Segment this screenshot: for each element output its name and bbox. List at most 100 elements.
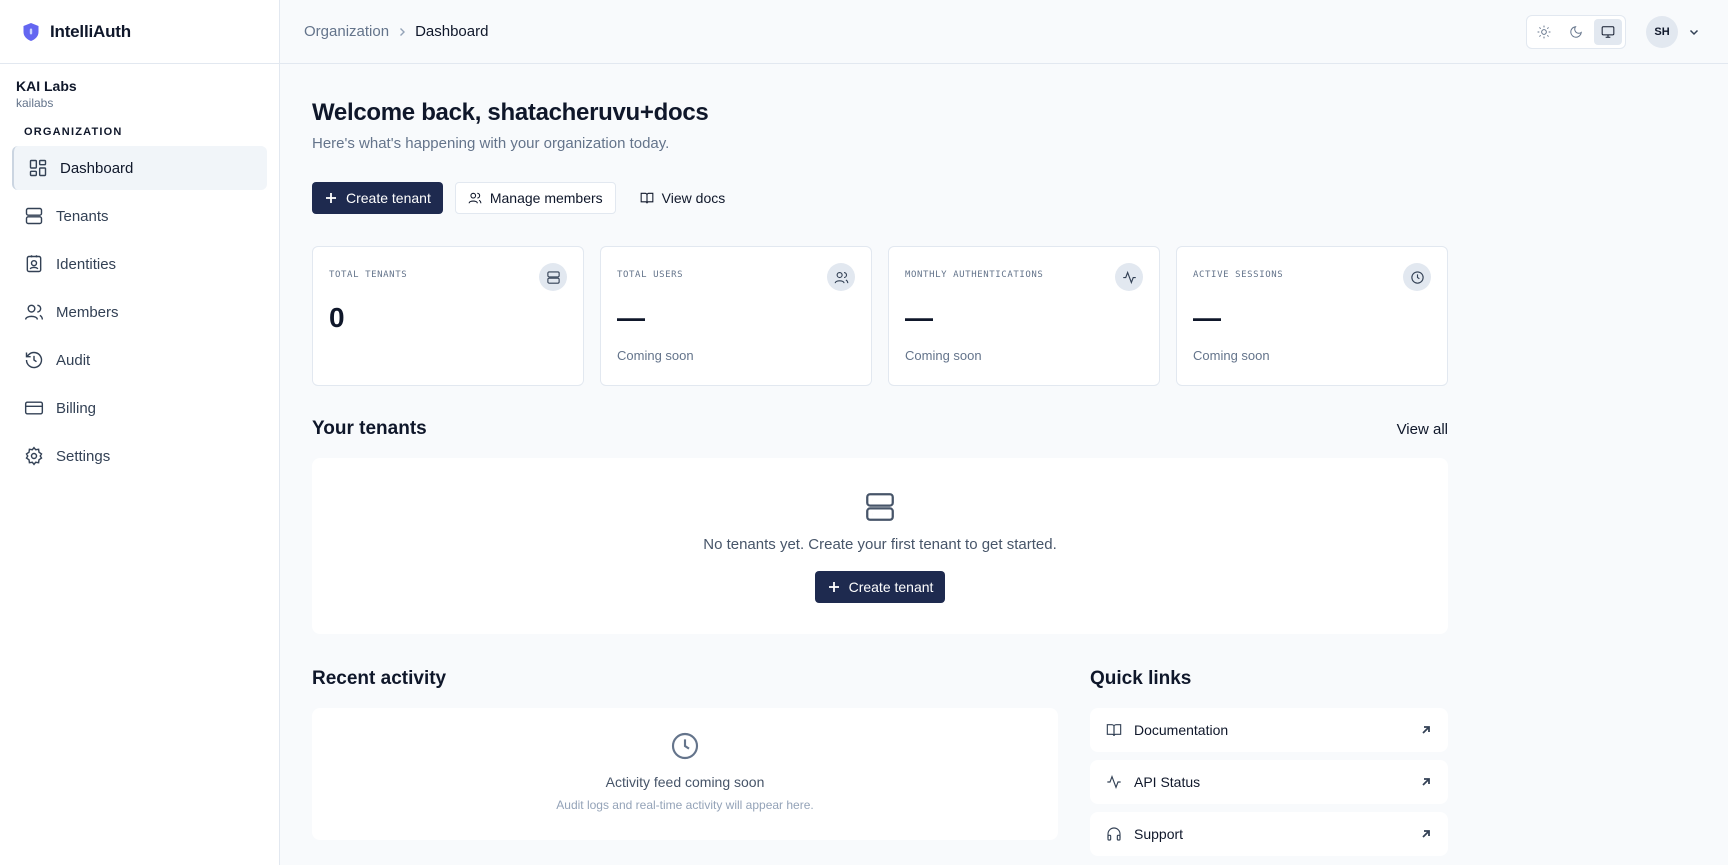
view-docs-label: View docs [661,190,726,206]
activity-icon [1122,270,1136,284]
theme-system-button[interactable] [1594,19,1622,45]
sidebar-item-members[interactable]: Members [12,290,267,334]
stat-note: Coming soon [905,348,982,363]
page-subtitle: Here's what's happening with your organi… [312,135,670,152]
manage-members-button[interactable]: Manage members [454,182,616,214]
plus-icon [828,582,839,592]
sidebar: IntelliAuth KAI Labs kailabs ORGANIZATIO… [0,0,280,865]
stat-label: ACTIVE SESSIONS [1193,270,1284,280]
server-icon [25,207,43,225]
theme-light-button[interactable] [1530,19,1558,45]
chevron-right-icon [400,27,406,36]
quick-link-label: Support [1134,826,1184,842]
manage-members-label: Manage members [489,190,603,206]
server-icon [866,493,894,521]
arrow-up-right-icon [1422,830,1430,838]
plus-icon [326,193,336,203]
stat-card-active-sessions: ACTIVE SESSIONS — Coming soon [1176,246,1448,386]
stat-value: 0 [329,302,345,333]
sidebar-item-audit[interactable]: Audit [12,338,267,382]
stat-icon-badge [1403,263,1431,291]
users-icon [834,271,848,283]
stat-icon-badge [827,263,855,291]
server-icon [546,270,560,284]
sidebar-item-label: Identities [56,255,117,273]
sidebar-item-label: Billing [56,399,97,417]
moon-icon [1570,26,1582,38]
stat-card-monthly-authentications: MONTHLY AUTHENTICATIONS — Coming soon [888,246,1160,386]
topbar: Organization Dashboard SH [280,0,1728,64]
sidebar-item-label: Settings [56,447,111,465]
tenants-empty-state: No tenants yet. Create your first tenant… [312,458,1448,634]
main-content: Welcome back, shatacheruvu+docs Here's w… [312,64,1448,864]
quick-links: Quick links Documentation API Status Sup… [1090,668,1448,864]
activity-icon [1107,775,1121,789]
theme-toggle [1526,15,1626,49]
brand-name: IntelliAuth [50,21,131,41]
view-all-link[interactable]: View all [1397,421,1448,438]
org-slug: kailabs [16,96,54,110]
book-icon [640,192,654,204]
clock-icon [671,732,699,760]
sidebar-item-label: Dashboard [60,159,134,177]
activity-empty-state: Activity feed coming soon Audit logs and… [312,708,1058,840]
sidebar-item-label: Tenants [56,207,109,225]
breadcrumb-organization[interactable]: Organization [304,23,389,40]
stat-card-total-tenants: TOTAL TENANTS 0 [312,246,584,386]
page-title: Welcome back, shatacheruvu+docs [312,99,709,126]
view-docs-button[interactable]: View docs [628,182,738,214]
stats-row: TOTAL TENANTS 0 TOTAL USERS — Coming soo… [312,246,1448,386]
stat-card-total-users: TOTAL USERS — Coming soon [600,246,872,386]
org-name: KAI Labs [16,78,77,94]
sidebar-item-dashboard[interactable]: Dashboard [12,146,267,190]
user-menu[interactable]: SH [1646,16,1700,48]
stat-value: — [905,302,933,333]
stat-note: Coming soon [617,348,694,363]
org-switcher[interactable]: KAI Labs kailabs [0,64,279,110]
create-tenant-empty-button[interactable]: Create tenant [814,571,946,603]
quick-link-support[interactable]: Support [1090,812,1448,856]
stat-icon-badge [1115,263,1143,291]
credit-card-icon [24,401,44,415]
action-bar: Create tenant Manage members View docs [312,182,1448,214]
dashboard-icon [29,159,47,177]
create-tenant-label: Create tenant [346,190,431,206]
tenants-section-title: Your tenants [312,418,427,439]
create-tenant-button[interactable]: Create tenant [312,182,443,214]
tenants-empty-text: No tenants yet. Create your first tenant… [703,536,1057,553]
sidebar-nav: Dashboard Tenants Identities Members Aud… [0,146,279,478]
sidebar-item-identities[interactable]: Identities [12,242,267,286]
quick-link-label: API Status [1134,774,1201,790]
recent-activity: Recent activity Activity feed coming soo… [312,668,1058,864]
avatar: SH [1646,16,1678,48]
breadcrumb: Organization Dashboard [304,23,488,40]
users-icon [24,304,44,320]
monitor-icon [1601,26,1615,38]
sidebar-item-label: Audit [56,351,91,369]
sidebar-item-billing[interactable]: Billing [12,386,267,430]
tenants-section-header: Your tenants View all [312,418,1448,440]
stat-value: — [617,302,645,333]
sidebar-item-settings[interactable]: Settings [12,434,267,478]
sidebar-item-tenants[interactable]: Tenants [12,194,267,238]
stat-label: TOTAL USERS [617,270,684,280]
headphones-icon [1107,827,1121,841]
quick-link-documentation[interactable]: Documentation [1090,708,1448,752]
users-icon [468,192,482,204]
quick-links-title: Quick links [1090,668,1192,689]
arrow-up-right-icon [1422,778,1430,786]
history-icon [25,351,43,369]
stat-icon-badge [539,263,567,291]
quick-link-api-status[interactable]: API Status [1090,760,1448,804]
breadcrumb-dashboard: Dashboard [415,23,489,40]
stat-label: TOTAL TENANTS [329,270,408,280]
brand[interactable]: IntelliAuth [0,0,279,64]
clock-icon [1410,270,1424,284]
book-icon [1106,724,1122,737]
stat-value: — [1193,302,1221,333]
sidebar-section-label: ORGANIZATION [24,126,123,138]
create-tenant-label: Create tenant [848,579,934,595]
theme-dark-button[interactable] [1562,19,1590,45]
activity-empty-title: Activity feed coming soon [605,774,765,790]
stat-note: Coming soon [1193,348,1270,363]
